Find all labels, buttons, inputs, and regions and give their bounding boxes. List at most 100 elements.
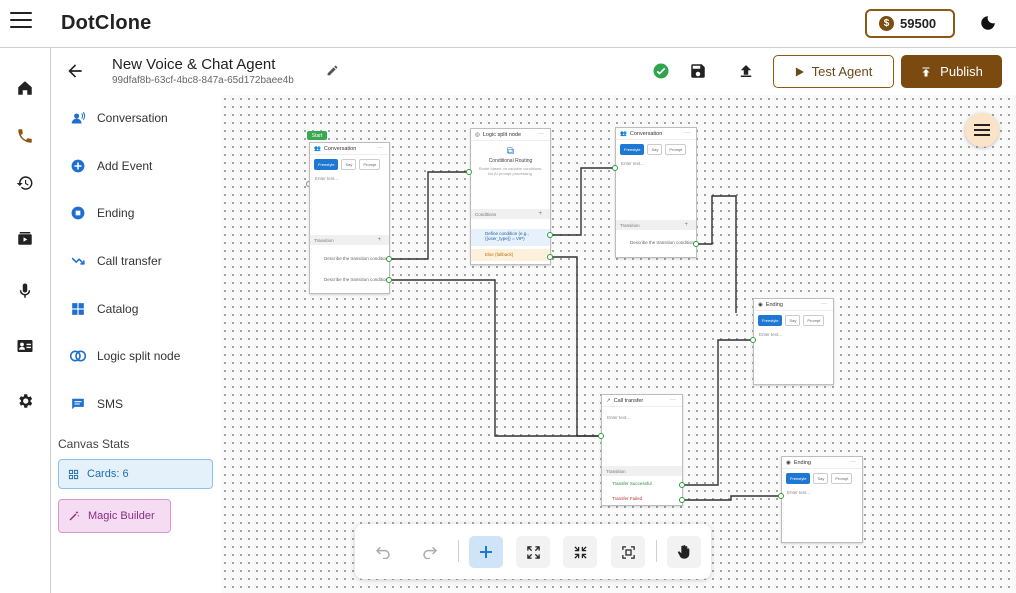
cards-count: Cards: 6 bbox=[87, 468, 129, 480]
canvas-menu-button[interactable] bbox=[965, 113, 999, 147]
expand-button[interactable] bbox=[516, 536, 550, 568]
else-fallback-row[interactable]: Else (fallback) bbox=[471, 249, 550, 261]
transfer-failed-row[interactable]: Transfer Failed bbox=[602, 496, 682, 501]
agent-title: New Voice & Chat Agent bbox=[112, 56, 276, 73]
more-icon[interactable]: ··· bbox=[821, 301, 827, 307]
logic-split-node[interactable]: ◎ Logic split node ··· ⧉ Conditional Routi… bbox=[470, 128, 551, 265]
conversation-icon bbox=[70, 110, 86, 126]
output-port[interactable] bbox=[386, 277, 392, 283]
list-menu-icon bbox=[974, 124, 990, 136]
output-port[interactable] bbox=[693, 241, 699, 247]
node-text-input[interactable]: Enter text... bbox=[754, 330, 833, 339]
input-port[interactable] bbox=[750, 337, 756, 343]
test-agent-label: Test Agent bbox=[811, 64, 873, 79]
palette-item-conversation[interactable]: Conversation bbox=[70, 107, 168, 129]
add-condition-icon[interactable]: + bbox=[538, 211, 542, 217]
node-text-input[interactable]: Enter text... bbox=[310, 174, 389, 183]
call-transfer-icon bbox=[70, 253, 86, 269]
dollar-coin-icon: $ bbox=[879, 16, 894, 31]
output-port[interactable] bbox=[547, 254, 553, 260]
upload-icon[interactable] bbox=[737, 62, 755, 80]
test-agent-button[interactable]: Test Agent bbox=[773, 55, 894, 88]
node-text-input[interactable]: Enter text... bbox=[616, 159, 696, 168]
ending-node-1[interactable]: ◉ Ending ··· Freestyle Say Prompt Enter text… bbox=[753, 298, 834, 385]
magic-wand-icon bbox=[69, 511, 80, 521]
palette-item-catalog[interactable]: Catalog bbox=[70, 298, 138, 320]
transition-condition[interactable]: Describe the transition condition bbox=[616, 240, 696, 245]
palette-item-logic-split[interactable]: Logic split node bbox=[70, 345, 180, 367]
menu-icon[interactable] bbox=[10, 12, 32, 30]
video-library-icon[interactable] bbox=[14, 227, 36, 249]
contact-card-icon[interactable] bbox=[14, 335, 36, 357]
more-icon[interactable]: ··· bbox=[538, 131, 544, 137]
more-icon[interactable]: ··· bbox=[850, 459, 856, 465]
ending-node-2[interactable]: ◉ Ending ··· Freestyle Say Prompt Enter text… bbox=[781, 456, 863, 543]
output-port[interactable] bbox=[386, 256, 392, 262]
conversation-node-start[interactable]: 👥 Conversation ··· Freestyle Say Prompt Ente… bbox=[309, 142, 390, 294]
input-port[interactable] bbox=[778, 493, 784, 499]
home-icon[interactable] bbox=[14, 77, 36, 99]
node-text-input[interactable]: Enter text... bbox=[782, 488, 862, 497]
edit-pencil-icon[interactable] bbox=[326, 64, 339, 77]
wire-conv1-to-logic bbox=[389, 171, 469, 260]
magic-builder-button[interactable]: Magic Builder bbox=[58, 499, 171, 533]
mode-toggle[interactable]: Freestyle Say Prompt bbox=[314, 159, 385, 170]
canvas-toolbar bbox=[355, 524, 711, 579]
toolbar-divider bbox=[656, 540, 657, 562]
flow-canvas[interactable]: 👥 Conversation ··· Freestyle Say Prompt Ente… bbox=[221, 95, 1016, 593]
mode-toggle[interactable]: Freestyle Say Prompt bbox=[786, 473, 858, 484]
collapse-button[interactable] bbox=[563, 536, 597, 568]
output-port[interactable] bbox=[679, 482, 685, 488]
undo-button[interactable] bbox=[366, 536, 400, 568]
redo-button[interactable] bbox=[413, 536, 447, 568]
transition-condition[interactable]: Describe the transition condition bbox=[310, 277, 389, 282]
node-header: 👥 Conversation ··· bbox=[616, 128, 696, 140]
mode-toggle[interactable]: Freestyle Say Prompt bbox=[758, 315, 829, 326]
node-header: ◉ Ending ··· bbox=[782, 457, 862, 469]
node-palette: Conversation Add Event Ending Call trans… bbox=[52, 95, 220, 593]
routing-icon: ⧉ bbox=[506, 146, 515, 157]
save-icon[interactable] bbox=[689, 62, 707, 80]
start-tag: Start bbox=[307, 131, 327, 140]
conversation-node-2[interactable]: 👥 Conversation ··· Freestyle Say Prompt Ente… bbox=[615, 127, 697, 258]
input-port[interactable] bbox=[612, 165, 618, 171]
more-icon[interactable]: ··· bbox=[377, 145, 383, 151]
undo-icon bbox=[375, 546, 390, 559]
magic-builder-label: Magic Builder bbox=[88, 510, 155, 522]
conditions-header: Conditions + bbox=[471, 209, 550, 219]
output-port[interactable] bbox=[547, 232, 553, 238]
history-icon[interactable] bbox=[14, 172, 36, 194]
coin-balance-button[interactable]: $ 59500 bbox=[865, 9, 955, 38]
palette-item-call-transfer[interactable]: Call transfer bbox=[70, 250, 162, 272]
phone-icon[interactable] bbox=[14, 125, 36, 147]
add-transition-icon[interactable]: + bbox=[377, 237, 381, 243]
microphone-icon[interactable] bbox=[14, 280, 36, 302]
dark-mode-icon[interactable] bbox=[979, 14, 997, 32]
palette-item-ending[interactable]: Ending bbox=[70, 202, 134, 224]
input-port[interactable] bbox=[598, 433, 604, 439]
transition-condition[interactable]: Describe the transition condition bbox=[310, 256, 389, 261]
palette-item-add-event[interactable]: Add Event bbox=[70, 155, 152, 177]
more-icon[interactable]: ··· bbox=[670, 397, 676, 403]
collapse-icon bbox=[573, 545, 587, 559]
node-header: ◉ Ending ··· bbox=[754, 299, 833, 311]
plus-icon bbox=[480, 546, 492, 558]
publish-button[interactable]: Publish bbox=[901, 55, 1002, 88]
add-node-button[interactable] bbox=[469, 536, 503, 568]
routing-description: Route based on variable conditions. No A… bbox=[478, 166, 543, 176]
more-icon[interactable]: ··· bbox=[684, 130, 690, 136]
palette-label: Call transfer bbox=[97, 254, 162, 268]
condition-row[interactable]: Define condition (e.g., {{user_type}} = … bbox=[471, 229, 550, 246]
transfer-success-row[interactable]: Transfer Successful bbox=[602, 481, 682, 486]
call-transfer-node[interactable]: ↗ Call transfer ··· Enter text... Transiti… bbox=[601, 394, 683, 506]
fit-view-button[interactable] bbox=[611, 536, 645, 568]
output-port[interactable] bbox=[679, 497, 685, 503]
input-port[interactable] bbox=[466, 169, 472, 175]
back-arrow-icon[interactable] bbox=[65, 61, 85, 81]
palette-item-sms[interactable]: SMS bbox=[70, 393, 123, 415]
node-text-input[interactable]: Enter text... bbox=[602, 413, 682, 422]
settings-gear-icon[interactable] bbox=[14, 390, 36, 412]
add-transition-icon[interactable]: + bbox=[684, 222, 688, 228]
mode-toggle[interactable]: Freestyle Say Prompt bbox=[620, 144, 692, 155]
pan-hand-button[interactable] bbox=[667, 536, 701, 568]
